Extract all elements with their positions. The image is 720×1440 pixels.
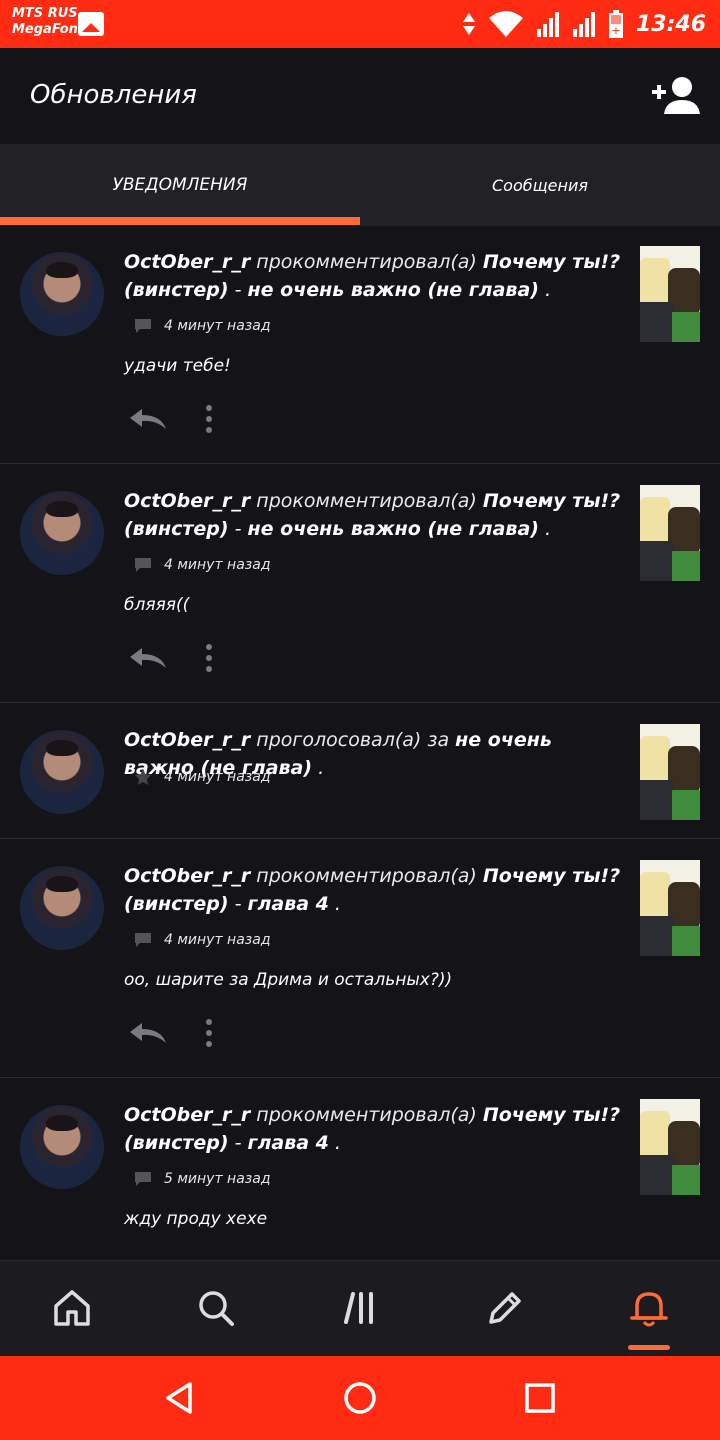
timestamp: 4 минут назад [164, 932, 271, 948]
avatar[interactable] [20, 252, 104, 336]
reply-icon[interactable] [128, 407, 168, 431]
notification-meta: 5 минут назад [134, 1171, 271, 1187]
avatar[interactable] [20, 491, 104, 575]
action-text: прокомментировал(а) [256, 1104, 477, 1126]
chapter-link[interactable]: глава 4 [248, 1132, 329, 1154]
timestamp: 4 минут назад [164, 557, 271, 573]
notification-item[interactable]: OctOber_r_r прокомментировал(а) Почему т… [0, 226, 720, 464]
username-link[interactable]: OctOber_r_r [124, 1104, 250, 1126]
system-navigation-bar [0, 1356, 720, 1440]
data-arrows-icon [462, 13, 475, 35]
tab-messages[interactable]: Сообщения [360, 144, 720, 226]
notification-text: OctOber_r_r прокомментировал(а) Почему т… [124, 1104, 621, 1154]
nav-search[interactable] [191, 1283, 241, 1333]
story-cover-thumbnail[interactable] [640, 860, 700, 956]
notification-text: OctOber_r_r прокомментировал(а) Почему т… [124, 251, 621, 301]
notifications-icon [630, 1292, 668, 1327]
back-icon[interactable] [160, 1378, 200, 1418]
more-options-icon[interactable] [204, 1018, 214, 1048]
story-cover-thumbnail[interactable] [640, 724, 700, 820]
more-options-icon[interactable] [204, 404, 214, 434]
active-nav-indicator [628, 1345, 670, 1350]
notification-item[interactable]: OctOber_r_r прокомментировал(а) Почему т… [0, 840, 720, 1078]
action-text: прокомментировал(а) [256, 490, 477, 512]
item-actions [128, 643, 214, 673]
story-cover-thumbnail[interactable] [640, 1099, 700, 1195]
home-icon [54, 1290, 90, 1326]
tab-notifications[interactable]: УВЕДОМЛЕНИЯ [0, 144, 360, 226]
notification-meta: 4 минут назад [134, 768, 271, 786]
nav-write[interactable] [480, 1283, 530, 1333]
status-icons: + 13:46 [462, 8, 706, 40]
comment-text: жду проду хехе [124, 1209, 268, 1229]
notification-meta: 4 минут назад [134, 318, 271, 334]
reply-icon[interactable] [128, 646, 168, 670]
app-header: Обновления [0, 48, 720, 144]
carrier-line-2: MegaFon [12, 22, 78, 37]
comment-icon [135, 319, 151, 333]
chapter-link[interactable]: глава 4 [248, 893, 329, 915]
username-link[interactable]: OctOber_r_r [124, 729, 250, 751]
chapter-link[interactable]: не очень важно (не глава) [248, 518, 539, 540]
page-title: Обновления [30, 80, 197, 110]
notification-meta: 4 минут назад [134, 932, 271, 948]
bottom-navigation [0, 1260, 720, 1356]
library-icon [344, 1292, 373, 1324]
username-link[interactable]: OctOber_r_r [124, 251, 250, 273]
gallery-notification-icon [78, 12, 104, 36]
username-link[interactable]: OctOber_r_r [124, 490, 250, 512]
notification-meta: 4 минут назад [134, 557, 271, 573]
notification-item[interactable]: OctOber_r_r прокомментировал(а) Почему т… [0, 1079, 720, 1260]
comment-icon [135, 1172, 151, 1186]
notification-item[interactable]: OctOber_r_r прокомментировал(а) Почему т… [0, 465, 720, 703]
comment-icon [135, 933, 151, 947]
comment-text: удачи тебе! [124, 356, 231, 376]
star-icon [135, 769, 151, 785]
carrier-line-1: MTS RUS [12, 6, 78, 21]
username-link[interactable]: OctOber_r_r [124, 865, 250, 887]
comment-text: оо, шарите за Дрима и остальных?)) [124, 970, 453, 990]
status-bar: MTS RUS MegaFon + 13:46 [0, 0, 720, 48]
action-text: проголосовал(а) за [256, 729, 450, 751]
item-actions [128, 1018, 214, 1048]
carrier-label: MTS RUS MegaFon [12, 6, 78, 38]
home-circle-icon[interactable] [340, 1378, 380, 1418]
signal-2-icon [572, 12, 595, 37]
timestamp: 5 минут назад [164, 1171, 271, 1187]
story-cover-thumbnail[interactable] [640, 485, 700, 581]
avatar[interactable] [20, 730, 104, 814]
chapter-link[interactable]: не очень важно (не глава) [248, 279, 539, 301]
story-cover-thumbnail[interactable] [640, 246, 700, 342]
comment-text: бляяя(( [124, 595, 190, 615]
nav-library[interactable] [336, 1283, 386, 1333]
nav-notifications[interactable] [624, 1283, 674, 1333]
reply-icon[interactable] [128, 1021, 168, 1045]
search-icon [199, 1291, 234, 1326]
avatar[interactable] [20, 866, 104, 950]
tab-bar: УВЕДОМЛЕНИЯ Сообщения [0, 144, 720, 226]
avatar[interactable] [20, 1105, 104, 1189]
signal-1-icon [536, 12, 559, 37]
more-options-icon[interactable] [204, 643, 214, 673]
comment-icon [135, 558, 151, 572]
notification-text: OctOber_r_r прокомментировал(а) Почему т… [124, 865, 621, 915]
item-actions [128, 404, 214, 434]
notification-item[interactable]: OctOber_r_r проголосовал(а) за не очень … [0, 704, 720, 839]
add-user-icon[interactable] [652, 76, 700, 116]
timestamp: 4 минут назад [164, 318, 271, 334]
nav-home[interactable] [47, 1283, 97, 1333]
action-text: прокомментировал(а) [256, 251, 477, 273]
battery-icon: + [608, 10, 623, 38]
recents-icon[interactable] [520, 1378, 560, 1418]
clock: 13:46 [635, 11, 706, 37]
active-tab-indicator [0, 217, 360, 225]
write-icon [489, 1292, 521, 1324]
action-text: прокомментировал(а) [256, 865, 477, 887]
svg-text:+: + [611, 24, 620, 37]
wifi-icon [488, 11, 523, 37]
notification-text: OctOber_r_r прокомментировал(а) Почему т… [124, 490, 621, 540]
notifications-feed[interactable]: OctOber_r_r прокомментировал(а) Почему т… [0, 226, 720, 1260]
timestamp: 4 минут назад [164, 769, 271, 785]
